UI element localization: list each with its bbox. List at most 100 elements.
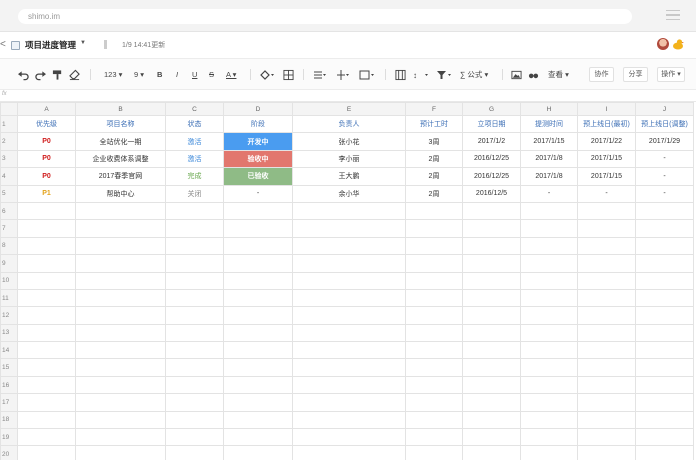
grid-cell[interactable] <box>635 201 694 221</box>
grid-cell[interactable] <box>223 410 293 430</box>
row-number[interactable]: 18 <box>0 410 18 430</box>
grid-cell[interactable]: 2017/1/29 <box>635 132 694 151</box>
grid-cell[interactable] <box>17 428 76 447</box>
grid-cell[interactable] <box>577 254 636 273</box>
grid-cell[interactable] <box>635 410 694 430</box>
view-menu[interactable]: 查看 ▾ <box>548 69 569 81</box>
grid-cell[interactable]: 2周 <box>405 167 463 186</box>
grid-cell[interactable] <box>520 219 578 238</box>
grid-cell[interactable] <box>17 341 76 360</box>
grid-cell[interactable] <box>223 393 293 412</box>
grid-cell[interactable] <box>75 428 166 447</box>
grid-cell[interactable] <box>292 410 406 430</box>
row-number[interactable]: 7 <box>0 219 18 238</box>
row-number[interactable]: 20 <box>0 445 18 460</box>
grid-cell[interactable] <box>223 288 293 308</box>
grid-cell[interactable] <box>405 254 463 273</box>
grid-cell[interactable] <box>462 358 521 377</box>
grid-cell[interactable] <box>17 288 76 308</box>
grid-cell[interactable]: 预计工时 <box>405 114 463 134</box>
underline-button[interactable]: U <box>192 69 197 81</box>
grid-cell[interactable] <box>165 288 224 308</box>
grid-cell[interactable] <box>223 219 293 238</box>
grid-cell[interactable] <box>292 219 406 238</box>
column-header[interactable]: B <box>75 102 166 116</box>
hamburger-menu-icon[interactable] <box>666 10 680 22</box>
grid-cell[interactable] <box>17 375 76 395</box>
grid-cell[interactable] <box>462 375 521 395</box>
grid-cell[interactable]: 提测时间 <box>520 114 578 134</box>
grid-cell[interactable] <box>165 428 224 447</box>
merge-cells-icon[interactable] <box>395 69 406 81</box>
grid-cell[interactable] <box>165 219 224 238</box>
column-header[interactable]: I <box>577 102 636 116</box>
grid-cell[interactable] <box>577 288 636 308</box>
grid-cell[interactable]: 激活 <box>165 149 224 169</box>
grid-cell[interactable]: 2017/1/15 <box>577 167 636 186</box>
grid-cell[interactable] <box>635 254 694 273</box>
grid-cell[interactable] <box>405 410 463 430</box>
grid-cell[interactable]: 2016/12/5 <box>462 184 521 203</box>
grid-cell[interactable] <box>223 341 293 360</box>
grid-cell[interactable] <box>405 341 463 360</box>
row-number[interactable]: 13 <box>0 323 18 343</box>
user-avatar[interactable] <box>657 38 669 50</box>
row-number[interactable]: 5 <box>0 184 18 203</box>
grid-cell[interactable] <box>462 341 521 360</box>
grid-cell[interactable] <box>223 428 293 447</box>
grid-cell[interactable]: 状态 <box>165 114 224 134</box>
grid-cell[interactable] <box>405 306 463 325</box>
grid-cell[interactable] <box>462 393 521 412</box>
grid-cell[interactable] <box>520 254 578 273</box>
grid-cell[interactable] <box>75 201 166 221</box>
grid-cell[interactable] <box>75 306 166 325</box>
grid-cell[interactable]: - <box>635 167 694 186</box>
align-icon[interactable] <box>313 69 327 81</box>
grid-cell[interactable]: 2017/1/15 <box>577 149 636 169</box>
column-header[interactable]: E <box>292 102 406 116</box>
bold-button[interactable]: B <box>157 69 162 81</box>
grid-cell[interactable] <box>635 445 694 460</box>
grid-cell[interactable] <box>223 375 293 395</box>
grid-cell[interactable] <box>75 219 166 238</box>
grid-cell[interactable] <box>635 358 694 377</box>
grid-cell[interactable] <box>17 358 76 377</box>
grid-cell[interactable] <box>165 393 224 412</box>
grid-cell[interactable]: 预上线日(最初) <box>577 114 636 134</box>
grid-cell[interactable]: 2周 <box>405 149 463 169</box>
grid-cell[interactable] <box>165 201 224 221</box>
grid-cell[interactable] <box>520 341 578 360</box>
bookmark-icon[interactable] <box>104 40 107 49</box>
grid-cell[interactable] <box>577 201 636 221</box>
grid-cell[interactable] <box>462 288 521 308</box>
row-number[interactable]: 12 <box>0 306 18 325</box>
grid-cell[interactable] <box>223 236 293 256</box>
grid-cell[interactable] <box>292 201 406 221</box>
document-title[interactable]: 项目进度管理 <box>25 39 76 51</box>
grid-cell[interactable]: P0 <box>17 132 76 151</box>
grid-cell[interactable] <box>75 393 166 412</box>
share-button[interactable]: 分享 <box>623 67 648 82</box>
grid-cell[interactable] <box>635 341 694 360</box>
grid-cell[interactable]: 余小华 <box>292 184 406 203</box>
grid-cell[interactable] <box>635 428 694 447</box>
grid-cell[interactable]: 张小花 <box>292 132 406 151</box>
grid-cell[interactable] <box>17 201 76 221</box>
grid-cell[interactable]: 帮助中心 <box>75 184 166 203</box>
grid-cell[interactable] <box>75 236 166 256</box>
grid-cell[interactable] <box>635 323 694 343</box>
grid-cell[interactable]: 全站优化一期 <box>75 132 166 151</box>
column-header[interactable]: G <box>462 102 521 116</box>
number-format-select[interactable]: 123 ▾ <box>104 69 122 81</box>
grid-cell[interactable] <box>635 236 694 256</box>
grid-cell[interactable] <box>223 358 293 377</box>
grid-cell[interactable] <box>405 393 463 412</box>
grid-cell[interactable] <box>462 323 521 343</box>
border-icon[interactable] <box>283 69 294 81</box>
grid-cell[interactable] <box>223 306 293 325</box>
grid-cell[interactable] <box>520 288 578 308</box>
grid-cell[interactable] <box>292 358 406 377</box>
grid-cell[interactable]: 2017/1/22 <box>577 132 636 151</box>
grid-cell[interactable] <box>75 288 166 308</box>
grid-cell[interactable] <box>292 341 406 360</box>
